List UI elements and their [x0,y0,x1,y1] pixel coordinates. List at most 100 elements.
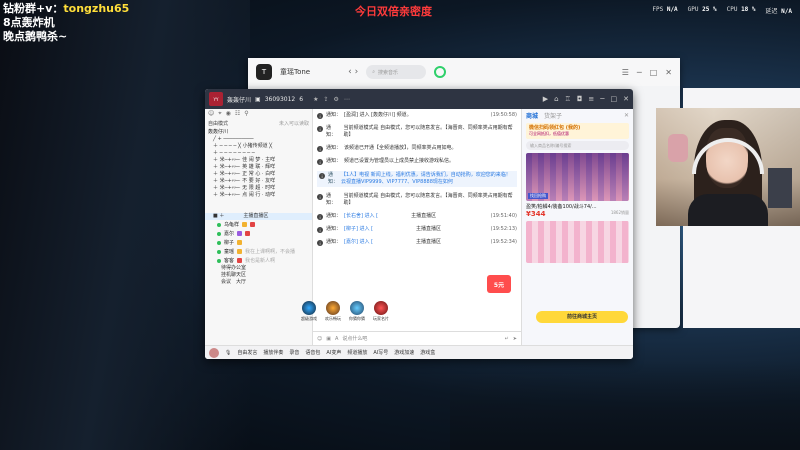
status-game-box[interactable]: 游戏盒 [420,349,435,356]
minimize-icon[interactable]: ─ [637,68,642,77]
user-entry[interactable]: 客客 我也是新人啊 [205,256,312,265]
status-bar: 🎙 自由发言 播放伴奏 录音 语音包 AI变声 频道播放 AI写号 游戏加速 游… [205,345,633,359]
chat-notice[interactable]: i 通知： 【1人】电视 新闻上线，福利优惠，请告诉我们，自动抢购，欢迎您的来临！云… [317,171,517,187]
tree-row[interactable]: ＋ ─ ─ ─ ─ ╳ 小猪传频道 ╳ [205,143,312,150]
sub-channel[interactable]: 会议 大厅 [205,279,312,286]
chat-message: i 通知： [柳子] 进入 [主播直播区 (19:52:13) [317,226,517,233]
user-entry[interactable]: 乌龟样 [205,220,312,229]
tree-row[interactable]: ╱ + ────────── [205,136,312,143]
gamepad-icon[interactable]: ◘ [577,95,583,103]
chat-message: i 通知： 频道已设置为管理员以上成员禁止接收游戏私信。 [317,158,517,165]
mode-right: 未入可以读取 [278,121,309,127]
shop-search-input[interactable]: 输入商品名称/编号搜索 [526,141,629,150]
status-game-boost[interactable]: 游戏加速 [394,349,414,356]
mic-icon[interactable]: ◉ [226,110,231,118]
voice-chat-window[interactable]: YY 轰轰仔川 ▣ 36093012 6 ★ ⇪ ⚙ ⋯ ▶ ⌂ ♖ ◘ ≡ ─… [205,89,633,359]
status-ai-voice[interactable]: AI变声 [326,349,341,356]
gift-item[interactable]: 超级游戏 [300,301,318,322]
image-icon[interactable]: ▣ [326,336,331,342]
tree-row[interactable]: ＋ 米─+∾─· 英 雄 联 · 辉咩 [205,164,312,171]
schedule-line-2: 晚点鹅鸭杀~ [3,30,68,43]
product-image[interactable] [526,221,629,263]
chat-log[interactable]: i 通知： [盈润] 进入 [轰轰仔川] 频道。 (19:50:58) i 通知： 当前频… [313,109,521,331]
sub-channel[interactable]: 待得办公室 [205,265,312,272]
user-icon[interactable]: ☺ [208,110,214,118]
status-ai-write[interactable]: AI写号 [373,349,388,356]
send-icon[interactable]: ➤ [513,336,517,342]
tree-row[interactable]: ＋ ─ ─ ─ ─ ─ ─ ─ ─ [205,150,312,157]
sub-channel[interactable]: 挂机聊天区 [205,272,312,279]
tree-row[interactable]: ＋ 米─+∾─· 正 常 心 · 白咩 [205,171,312,178]
product-name[interactable]: 盈笑/柏鳞4/装备100/战斗74/... [522,201,633,210]
menu-icon[interactable]: ≡ [588,95,594,103]
user-entry[interactable]: 嘉尔 [205,229,312,238]
shop-home-button[interactable]: 前往商城主页 [536,311,628,323]
tab-shop[interactable]: 商城 [526,111,538,120]
coupon-banner[interactable]: 微信扫码领红包 (我的) 可全网抵扣，低值优惠 [526,123,629,139]
gift-bar: 超级游戏 欢乐畅玩 你猜你猜 玩家名片 [300,301,390,322]
menu-icon[interactable]: ☰ [622,68,629,77]
cpu-stat: CPU 18 % [726,6,756,13]
star-icon[interactable]: ★ [313,96,318,103]
gift-item[interactable]: 欢乐畅玩 [324,301,342,322]
music-search-input[interactable]: ⌕ 搜索音乐 [366,65,427,79]
fan-group-handle: tongzhu65 [63,2,130,15]
close-icon[interactable]: ✕ [665,68,672,77]
maximize-icon[interactable]: □ [611,95,618,103]
tree-row[interactable]: ＋ 米─+∾─· 点 闹 行 · 动咩 [205,192,312,199]
font-icon[interactable]: A [335,336,338,342]
stream-overlay-left: 钻粉群+v：tongzhu65 8点轰炸机 晚点鹅鸭杀~ [3,2,129,44]
settings-icon[interactable]: ⚙ [333,96,338,103]
product-image[interactable]: 找回抢购 [526,153,629,201]
user-entry[interactable]: 柳子 [205,238,312,247]
tree-row[interactable]: ＋ 米─+∾─· 佳 闹 梦 · 主咩 [205,157,312,164]
more-icon[interactable]: ⋯ [344,96,350,103]
maximize-icon[interactable]: □ [650,68,658,77]
avatar[interactable] [209,347,219,358]
chat-input[interactable]: 说点什么吧 [342,335,500,342]
background-bottom-shadow [450,360,800,450]
location-icon[interactable]: ⌖ [218,110,221,118]
chat-input-bar: ☺ ▣ A 说点什么吧 ↵ ➤ [313,331,521,345]
gift-item[interactable]: 玩家名片 [372,301,390,322]
music-user-name[interactable]: 童瑶Tone [280,67,310,77]
fan-group-label: 钻粉群+v： [3,2,64,15]
music-titlebar: T 童瑶Tone ‹ › ⌕ 搜索音乐 ☰ ─ □ ✕ [248,58,680,86]
tree-row[interactable]: ＋ 米─+∾─· 不 要 好 · 友咩 [205,178,312,185]
minimize-icon[interactable]: ─ [600,95,604,103]
tree-row[interactable]: ＋ 米─+∾─· 无 限 超 · 时咩 [205,185,312,192]
shirt-icon[interactable]: ♖ [565,95,571,103]
search-icon: ⌕ [372,69,375,75]
filter-icon[interactable]: ⚲ [244,110,248,118]
user-entry[interactable]: 童瑶 我在上课啊啊，不会播 [205,247,312,256]
emoji-icon[interactable]: ☺ [317,336,322,342]
sub-channel-host-hall[interactable]: ■ ＋ 主播直播区 [205,213,312,220]
status-accompaniment[interactable]: 播放伴奏 [263,349,283,356]
chat-message: i 通知： 当前频道模式是 自由模式，您可以随意发言。【海晋商、同频率类占用期有帮助… [317,125,517,139]
figurine [668,134,688,162]
status-channel-play[interactable]: 频道播放 [347,349,367,356]
red-packet-button[interactable]: 5元 [487,275,511,293]
close-icon[interactable]: ✕ [624,112,629,119]
room-name: 轰轰仔川 [227,96,252,104]
status-free-speak[interactable]: 自由发言 [237,349,257,356]
enter-icon[interactable]: ↵ [505,336,509,342]
gift-item[interactable]: 你猜你猜 [348,301,366,322]
home-icon[interactable]: ⌂ [554,95,558,103]
channel-root[interactable]: 轰轰仔川 [205,128,312,136]
webcam-feed [656,108,800,226]
room-id-icon: ▣ [255,95,261,103]
video-icon[interactable]: ▶ [543,95,548,103]
close-icon[interactable]: ✕ [623,95,629,103]
status-record[interactable]: 录音 [289,349,299,356]
nav-back-forward-icon[interactable]: ‹ › [348,67,358,77]
tab-goods[interactable]: 货架子 [544,111,562,120]
share-icon[interactable]: ⇪ [323,96,328,103]
status-voice-pack[interactable]: 语音包 [305,349,320,356]
mic-icon[interactable]: 🎙 [225,350,231,356]
listen-indicator-icon[interactable] [434,66,447,78]
list-icon[interactable]: ☷ [235,110,240,118]
mode-label[interactable]: 自由模式 [208,120,228,127]
product-price-row: ¥344 1862销量 [526,210,629,218]
user-count: 6 [299,95,304,103]
